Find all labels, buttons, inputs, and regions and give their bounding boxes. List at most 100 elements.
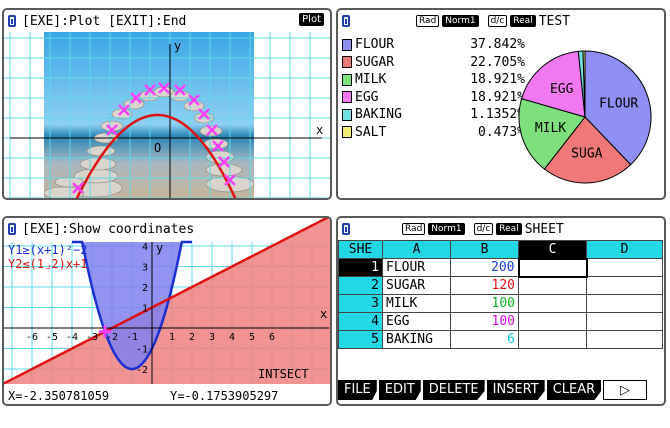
cell-b4[interactable]: 100 xyxy=(450,312,519,331)
y-coordinate-readout: Y=-0.1753905297 xyxy=(170,389,278,403)
pie-slice xyxy=(584,50,652,166)
spreadsheet: SHE A B C D 1 FLOUR 200 2 SUGAR 120 3 MI… xyxy=(338,240,663,349)
legend-percent: 18.921% xyxy=(470,89,525,105)
cell-a2[interactable]: SUGAR xyxy=(382,276,451,295)
cell-c2[interactable] xyxy=(518,276,587,295)
x-tick-label: -4 xyxy=(66,332,78,343)
cell-b2[interactable]: 120 xyxy=(450,276,519,295)
x-tick-label: -2 xyxy=(106,332,118,343)
pie-slice-label: MILK xyxy=(535,121,566,136)
clear-button[interactable]: CLEAR xyxy=(546,380,602,400)
y-tick-label: 2 xyxy=(142,283,148,294)
x-tick-label: 6 xyxy=(269,332,275,343)
cell-c5[interactable] xyxy=(518,330,587,349)
angle-tag: Rad xyxy=(416,15,440,27)
legend-item: MILK 18.921% xyxy=(342,71,525,89)
insert-button[interactable]: INSERT xyxy=(486,380,545,400)
plot-canvas[interactable]: x y O xyxy=(4,10,332,200)
ineq-graph[interactable]: xy-6-5-4-3-2-11234564321-1-2-3Y1≥(x+1)²−… xyxy=(4,218,332,406)
pie-panel: Rad Norm1 d/c Real TEST FLOUR 37.842% SUGA… xyxy=(336,8,666,200)
legend-name: EGG xyxy=(355,89,379,105)
cell-a5[interactable]: BAKING xyxy=(382,330,451,349)
sheet-panel: Rad Norm1 d/c Real SHEET SHE A B C D 1 F… xyxy=(336,216,666,406)
battery-icon xyxy=(342,223,350,235)
mode-tag: Real xyxy=(510,15,536,27)
cell-b5[interactable]: 6 xyxy=(450,330,519,349)
pie-slice-label: EGG xyxy=(550,82,574,97)
legend-swatch xyxy=(342,73,352,86)
x-tick-label: 1 xyxy=(169,332,175,343)
table-row: 3 MILK 100 xyxy=(338,294,663,313)
x-tick-label: -1 xyxy=(126,332,138,343)
column-header-c[interactable]: C xyxy=(518,240,587,259)
sheet-title: SHEET xyxy=(524,221,564,237)
frac-tag: d/c xyxy=(487,15,508,27)
legend-item: SUGAR 22.705% xyxy=(342,54,525,72)
cell-d5[interactable] xyxy=(586,330,663,349)
table-row: 4 EGG 100 xyxy=(338,312,663,331)
row-number[interactable]: 3 xyxy=(338,294,383,313)
column-header-b[interactable]: B xyxy=(450,240,519,259)
legend-name: MILK xyxy=(355,72,387,87)
legend-percent: 37.842% xyxy=(470,37,525,52)
cell-c4[interactable] xyxy=(518,312,587,331)
row-number[interactable]: 2 xyxy=(338,276,383,295)
pie-slice xyxy=(577,50,586,118)
mode-tag: Real xyxy=(496,223,522,235)
column-header-a[interactable]: A xyxy=(382,240,451,259)
y-tick-label: 4 xyxy=(142,242,148,253)
legend-swatch xyxy=(342,108,352,121)
file-button[interactable]: FILE xyxy=(338,380,377,400)
cell-b3[interactable]: 100 xyxy=(450,294,519,313)
display-tag: Norm1 xyxy=(442,15,479,27)
cell-d4[interactable] xyxy=(586,312,663,331)
pie-slice xyxy=(582,50,586,118)
pie-slice-label: SUGA xyxy=(571,146,602,161)
x-tick-label: 4 xyxy=(229,332,235,343)
x-tick-label: -3 xyxy=(86,332,98,343)
sheet-titlebar: Rad Norm1 d/c Real SHEET xyxy=(338,218,664,240)
legend-item: EGG 18.921% xyxy=(342,89,525,107)
x-tick-label: -5 xyxy=(46,332,58,343)
cell-c1-selected[interactable] xyxy=(517,257,588,278)
plot-y-label: y xyxy=(174,39,181,53)
column-header-d[interactable]: D xyxy=(586,240,663,259)
pie-slice xyxy=(518,98,586,170)
frac-tag: d/c xyxy=(473,223,494,235)
legend-percent: 0.473% xyxy=(478,124,525,140)
cell-a3[interactable]: MILK xyxy=(382,294,451,313)
cell-a1[interactable]: FLOUR xyxy=(382,258,451,277)
plot-panel: [EXE]:Plot [EXIT]:End Plot x y O xyxy=(2,8,332,200)
pie-title: TEST xyxy=(538,13,570,29)
x-tick-label: 2 xyxy=(189,332,195,343)
cell-d3[interactable] xyxy=(586,294,663,313)
legend-swatch xyxy=(342,91,352,104)
x-tick-label: -6 xyxy=(26,332,38,343)
edit-button[interactable]: EDIT xyxy=(378,380,421,400)
cell-a4[interactable]: EGG xyxy=(382,312,451,331)
y-tick-label: 3 xyxy=(142,263,148,274)
pie-titlebar: Rad Norm1 d/c Real TEST xyxy=(338,10,664,32)
legend-swatch xyxy=(342,56,352,69)
next-arrow-icon[interactable]: ▷ xyxy=(603,380,648,400)
legend-name: BAKING xyxy=(355,107,402,122)
legend-swatch xyxy=(342,126,352,139)
plot-x-label: x xyxy=(316,123,323,137)
pie-legend: FLOUR 37.842% SUGAR 22.705% MILK 18.921% EGG 18… xyxy=(342,36,525,141)
legend-item: FLOUR 37.842% xyxy=(342,36,525,54)
row-number[interactable]: 1 xyxy=(338,258,383,277)
pie-slice-label: FLOUR xyxy=(599,96,638,111)
cell-d1[interactable] xyxy=(586,258,663,277)
table-row: 2 SUGAR 120 xyxy=(338,276,663,295)
row-number[interactable]: 4 xyxy=(338,312,383,331)
cell-c3[interactable] xyxy=(518,294,587,313)
x-tick-label: 5 xyxy=(249,332,255,343)
row-number[interactable]: 5 xyxy=(338,330,383,349)
y-tick-label: 1 xyxy=(142,304,148,315)
battery-icon xyxy=(342,15,350,27)
legend-percent: 1.1352% xyxy=(470,107,525,122)
delete-button[interactable]: DELETE xyxy=(422,380,485,400)
cell-d2[interactable] xyxy=(586,276,663,295)
cell-b1[interactable]: 200 xyxy=(450,258,519,277)
y-tick-label: -1 xyxy=(136,345,148,356)
